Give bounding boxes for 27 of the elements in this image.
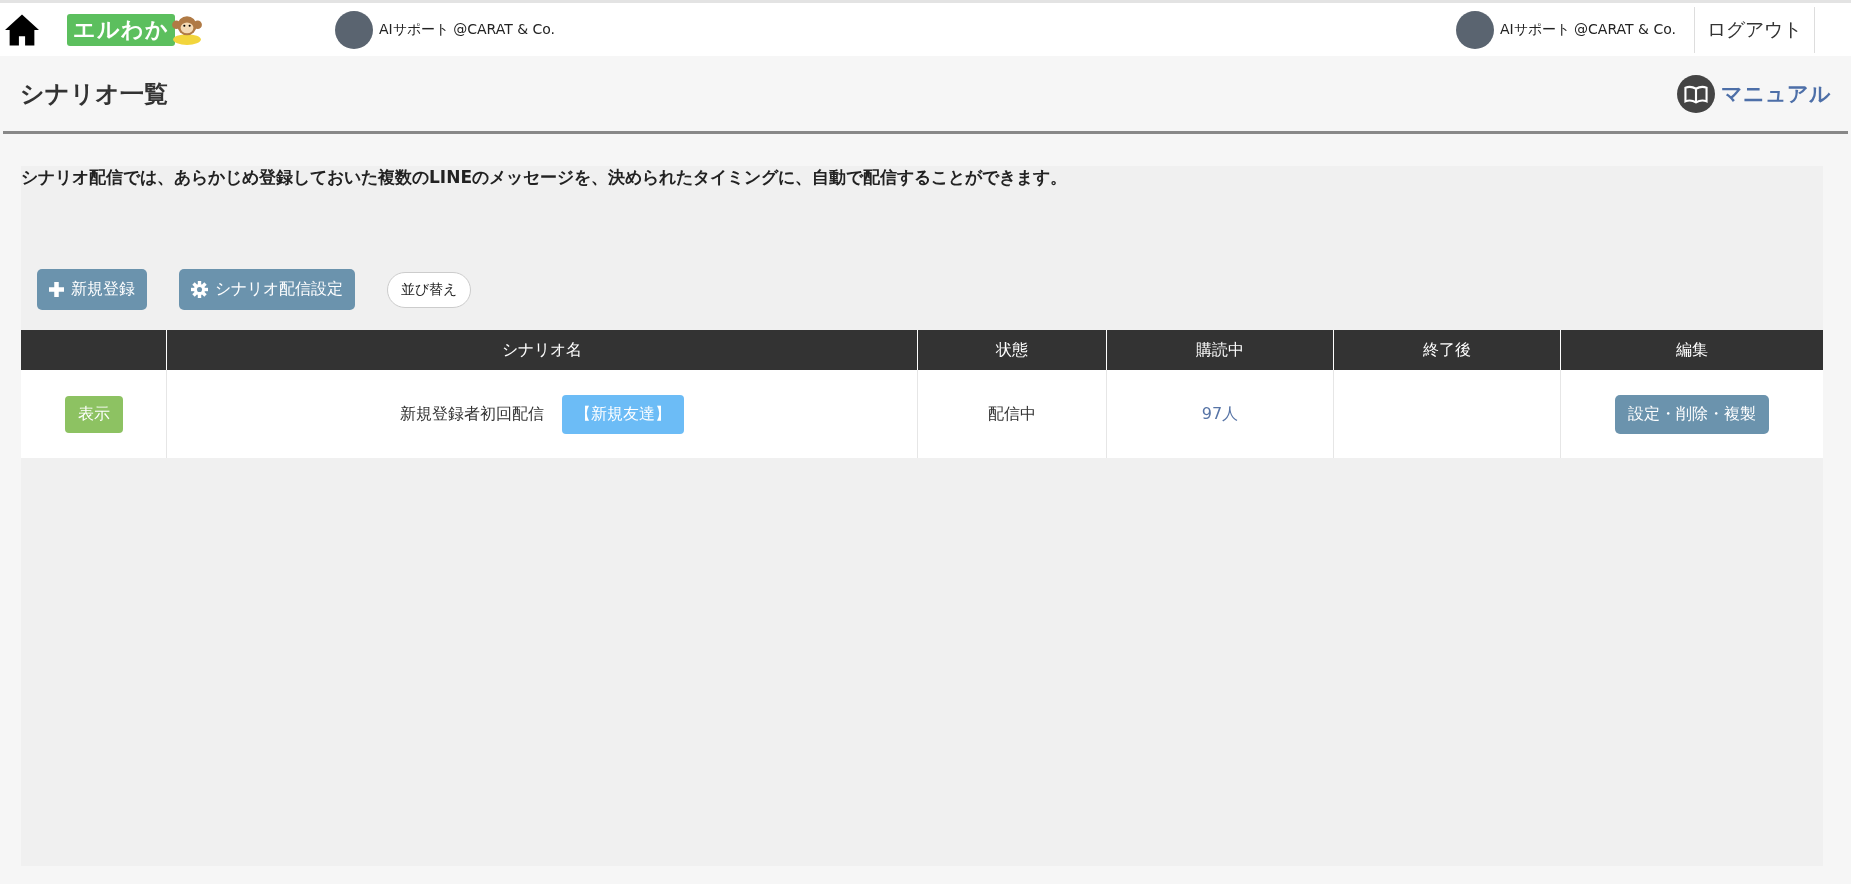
description-text: シナリオ配信では、あらかじめ登録しておいた複数のLINEのメッセージを、決められたタイミングに、自動で配信することができます。 [21,166,1068,189]
avatar [1455,10,1494,49]
sort-button[interactable]: 並び替え [387,271,471,308]
status-text: 配信中 [988,403,1036,423]
edit-button[interactable]: 設定・削除・複製 [1615,394,1769,434]
column-header: シナリオ名 [166,330,918,370]
scenario-name: 新規登録者初回配信 [400,403,544,425]
column-header: 購読中 [1106,330,1334,370]
manual-link[interactable]: マニュアル [1677,74,1831,113]
tag-badge: 【新規友達】 [562,394,684,434]
account-name: AIサポート @CARAT & Co. [379,20,556,39]
logo-text: エルわか [67,13,175,46]
book-icon [1677,74,1715,113]
column-header: 終了後 [1333,330,1561,370]
new-button[interactable]: 新規登録 [37,269,147,310]
avatar [335,10,373,49]
column-header: 状態 [917,330,1107,370]
subscriber-count-link[interactable]: 97人 [1201,403,1239,423]
column-header: 編集 [1560,330,1823,370]
monkey-icon [171,13,203,46]
logout-button[interactable]: ログアウト [1694,6,1815,53]
settings-icon [191,281,208,298]
plus-icon [49,282,64,297]
home-icon[interactable] [3,12,41,47]
account-name: AIサポート @CARAT & Co. [1499,20,1676,39]
page-title: シナリオ一覧 [20,78,168,110]
settings-button[interactable]: シナリオ配信設定 [179,269,355,310]
